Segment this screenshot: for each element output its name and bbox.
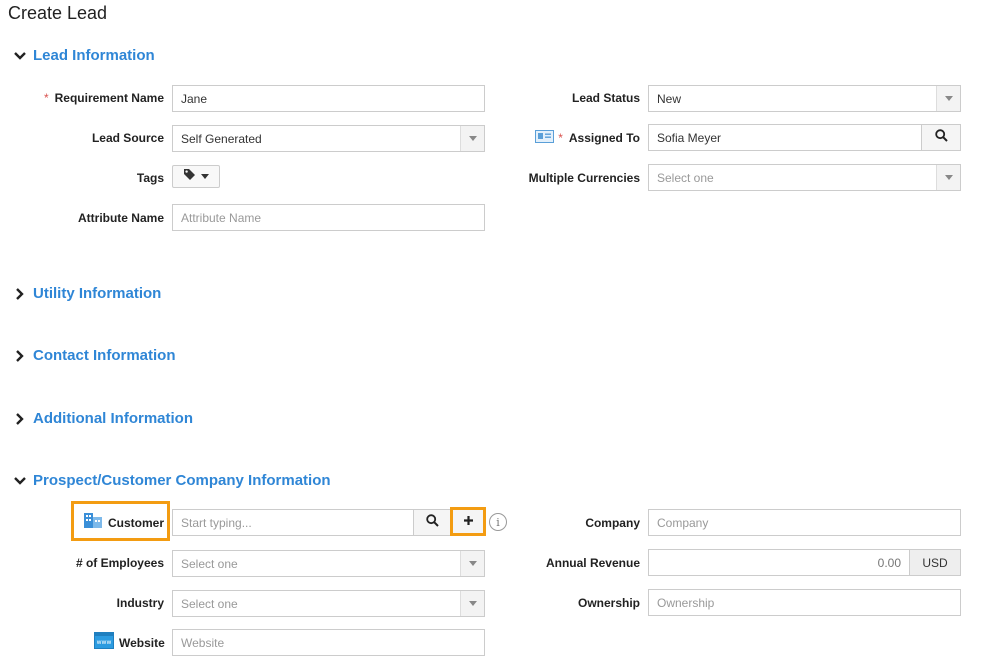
ownership-input[interactable]	[648, 589, 961, 616]
required-asterisk: *	[558, 131, 563, 145]
section-title: Additional Information	[33, 410, 193, 427]
attribute-name-label: Attribute Name	[77, 211, 164, 225]
industry-label: Industry	[116, 596, 164, 610]
assigned-to-input[interactable]	[648, 124, 922, 151]
section-title: Utility Information	[33, 285, 162, 302]
www-icon: www	[94, 632, 114, 654]
section-lead-information[interactable]: Lead Information	[12, 47, 155, 64]
required-asterisk: *	[43, 91, 49, 105]
employees-select[interactable]: Select one	[172, 550, 485, 577]
section-contact-information[interactable]: Contact Information	[12, 347, 176, 364]
dropdown-arrow-icon	[936, 86, 960, 111]
assigned-to-search-button[interactable]	[921, 124, 961, 151]
attribute-name-input[interactable]	[172, 204, 485, 231]
chevron-down-icon	[12, 473, 28, 489]
requirement-name-label: * Requirement Name	[43, 91, 164, 105]
section-title: Contact Information	[33, 347, 176, 364]
annual-revenue-input[interactable]	[648, 549, 910, 576]
dropdown-arrow-icon	[460, 126, 484, 151]
tags-button[interactable]	[172, 165, 220, 188]
dropdown-arrow-icon	[460, 591, 484, 616]
section-title: Prospect/Customer Company Information	[33, 472, 331, 489]
info-icon[interactable]: i	[489, 513, 507, 531]
section-utility-information[interactable]: Utility Information	[12, 285, 161, 302]
chevron-down-icon	[12, 48, 28, 64]
employees-label: # of Employees	[75, 556, 164, 570]
industry-placeholder: Select one	[181, 596, 238, 611]
currency-badge: USD	[909, 549, 961, 576]
svg-text:www: www	[97, 639, 112, 646]
lead-status-label: Lead Status	[571, 91, 640, 105]
company-label: Company	[585, 516, 640, 530]
caret-down-icon	[201, 174, 209, 179]
dropdown-arrow-icon	[936, 165, 960, 190]
chevron-right-icon	[12, 348, 28, 364]
lead-source-select[interactable]: Self Generated	[172, 125, 485, 152]
search-icon	[934, 128, 948, 147]
section-additional-information[interactable]: Additional Information	[12, 410, 193, 427]
employees-placeholder: Select one	[181, 556, 238, 571]
lead-source-value: Self Generated	[181, 131, 262, 146]
customer-search-button[interactable]	[413, 509, 451, 536]
multiple-currencies-label: Multiple Currencies	[528, 171, 640, 185]
website-input[interactable]	[172, 629, 485, 656]
lead-status-select[interactable]: New	[648, 85, 961, 112]
contact-card-icon	[535, 130, 554, 148]
section-title: Lead Information	[33, 47, 155, 64]
customer-input[interactable]	[172, 509, 414, 536]
industry-select[interactable]: Select one	[172, 590, 485, 617]
lead-source-label: Lead Source	[91, 131, 164, 145]
multiple-currencies-select[interactable]: Select one	[648, 164, 961, 191]
section-prospect-company[interactable]: Prospect/Customer Company Information	[12, 472, 331, 489]
tag-icon	[183, 168, 196, 186]
add-customer-button[interactable]	[450, 507, 486, 536]
multiple-currencies-placeholder: Select one	[657, 170, 714, 185]
page-title: Create Lead	[8, 3, 108, 23]
company-input[interactable]	[648, 509, 961, 536]
lead-status-value: New	[657, 91, 682, 106]
annual-revenue-label: Annual Revenue	[545, 556, 640, 570]
website-label: Website	[119, 636, 165, 650]
assigned-to-label: * Assigned To	[558, 131, 640, 145]
building-icon	[83, 511, 103, 533]
chevron-right-icon	[12, 411, 28, 427]
customer-label: Customer	[108, 516, 165, 530]
dropdown-arrow-icon	[460, 551, 484, 576]
ownership-label: Ownership	[577, 596, 640, 610]
chevron-right-icon	[12, 286, 28, 302]
requirement-name-input[interactable]	[172, 85, 485, 112]
search-icon	[425, 513, 439, 532]
tags-label: Tags	[136, 171, 164, 185]
plus-icon	[463, 513, 474, 531]
